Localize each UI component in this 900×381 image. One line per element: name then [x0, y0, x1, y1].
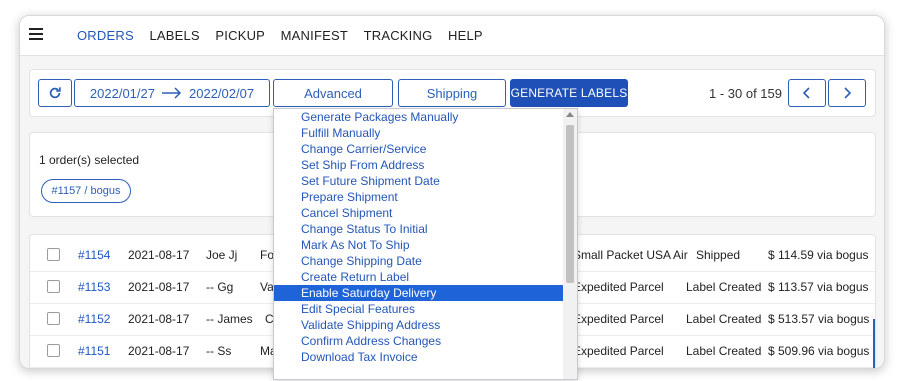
row-checkbox[interactable]	[47, 312, 60, 325]
nav-pickup[interactable]: PICKUP	[215, 28, 265, 43]
nav-orders[interactable]: ORDERS	[77, 28, 134, 43]
row-checkbox[interactable]	[47, 248, 60, 261]
customer-name: -- Gg	[206, 280, 234, 294]
top-nav-bar: ORDERS LABELS PICKUP MANIFEST TRACKING H…	[20, 16, 884, 56]
row-checkbox[interactable]	[47, 280, 60, 293]
order-amount: $ 114.59 via bogus	[768, 248, 869, 262]
date-to: 2022/02/07	[189, 85, 255, 101]
actions-dropdown-menu: Generate Packages Manually Fulfill Manua…	[273, 108, 578, 380]
order-date: 2021-08-17	[128, 280, 190, 294]
customer-name: -- Ss	[206, 344, 232, 358]
selected-order-chip[interactable]: #1157 / bogus	[41, 179, 131, 203]
order-status: Label Created	[686, 280, 762, 294]
selected-count: 1 order(s) selected	[39, 153, 140, 167]
shipping-service: Expedited Parcel	[573, 312, 664, 326]
menu-item-confirm-address-changes[interactable]: Confirm Address Changes	[274, 333, 563, 349]
shipping-service: Expedited Parcel	[573, 344, 664, 358]
order-date: 2021-08-17	[128, 344, 190, 358]
menu-scrollbar[interactable]	[563, 109, 577, 379]
menu-item-edit-special-features[interactable]: Edit Special Features	[274, 301, 563, 317]
nav-help[interactable]: HELP	[448, 28, 483, 43]
nav-tracking[interactable]: TRACKING	[364, 28, 433, 43]
order-amount: $ 513.57 via bogus	[768, 312, 870, 326]
order-amount: $ 113.57 via bogus	[768, 280, 869, 294]
date-range-picker[interactable]: 2022/01/27 2022/02/07	[74, 79, 270, 107]
menu-item-create-return-label[interactable]: Create Return Label	[274, 269, 563, 285]
menu-item-prepare-shipment[interactable]: Prepare Shipment	[274, 189, 563, 205]
order-id-link[interactable]: #1152	[78, 312, 110, 326]
order-id-link[interactable]: #1151	[78, 344, 110, 358]
order-status: Label Created	[686, 344, 762, 358]
generate-labels-button[interactable]: GENERATE LABELS	[510, 79, 628, 107]
shipping-service: Small Packet USA Air	[573, 248, 688, 262]
shipping-button[interactable]: Shipping	[398, 79, 506, 107]
order-status: Label Created	[686, 312, 762, 326]
nav-links: ORDERS LABELS PICKUP MANIFEST TRACKING H…	[77, 28, 495, 43]
date-from: 2022/01/27	[89, 85, 155, 101]
menu-item-enable-saturday-delivery[interactable]: Enable Saturday Delivery	[274, 285, 563, 301]
menu-icon[interactable]	[29, 28, 43, 40]
menu-item-generate-packages-manually[interactable]: Generate Packages Manually	[274, 109, 563, 125]
order-column-4: Fo	[260, 248, 275, 262]
menu-item-set-future-shipment-date[interactable]: Set Future Shipment Date	[274, 173, 563, 189]
menu-item-mark-as-not-to-ship[interactable]: Mark As Not To Ship	[274, 237, 563, 253]
order-date: 2021-08-17	[128, 312, 190, 326]
scroll-up-arrow-icon[interactable]	[566, 112, 574, 117]
table-scroll-indicator	[873, 319, 875, 368]
advanced-button[interactable]: Advanced	[273, 79, 393, 107]
chevron-left-icon	[803, 87, 810, 99]
menu-item-change-status-to-initial[interactable]: Change Status To Initial	[274, 221, 563, 237]
order-amount: $ 509.96 via bogus	[768, 344, 870, 358]
pagination-text: 1 - 30 of 159	[709, 86, 782, 101]
next-page-button[interactable]	[828, 79, 866, 107]
menu-item-cancel-shipment[interactable]: Cancel Shipment	[274, 205, 563, 221]
refresh-button[interactable]	[38, 79, 72, 107]
prev-page-button[interactable]	[788, 79, 826, 107]
menu-item-fulfill-manually[interactable]: Fulfill Manually	[274, 125, 563, 141]
order-id-link[interactable]: #1154	[78, 248, 110, 262]
arrow-right-icon	[162, 87, 182, 99]
menu-item-change-shipping-date[interactable]: Change Shipping Date	[274, 253, 563, 269]
menu-item-change-carrier-service[interactable]: Change Carrier/Service	[274, 141, 563, 157]
menu-item-validate-shipping-address[interactable]: Validate Shipping Address	[274, 317, 563, 333]
order-column-4: Va	[260, 280, 274, 294]
menu-item-set-ship-from-address[interactable]: Set Ship From Address	[274, 157, 563, 173]
nav-labels[interactable]: LABELS	[149, 28, 199, 43]
menu-item-download-tax-invoice[interactable]: Download Tax Invoice	[274, 349, 563, 365]
order-status: Shipped	[696, 248, 741, 262]
nav-manifest[interactable]: MANIFEST	[281, 28, 348, 43]
order-date: 2021-08-17	[128, 248, 190, 262]
row-checkbox[interactable]	[47, 344, 60, 357]
order-id-link[interactable]: #1153	[78, 280, 110, 294]
refresh-icon	[49, 87, 61, 99]
shipping-service: Expedited Parcel	[573, 280, 664, 294]
customer-name: -- James	[206, 312, 253, 326]
chevron-right-icon	[844, 87, 851, 99]
menu-scroll-thumb[interactable]	[566, 125, 574, 283]
customer-name: Joe Jj	[206, 248, 238, 262]
